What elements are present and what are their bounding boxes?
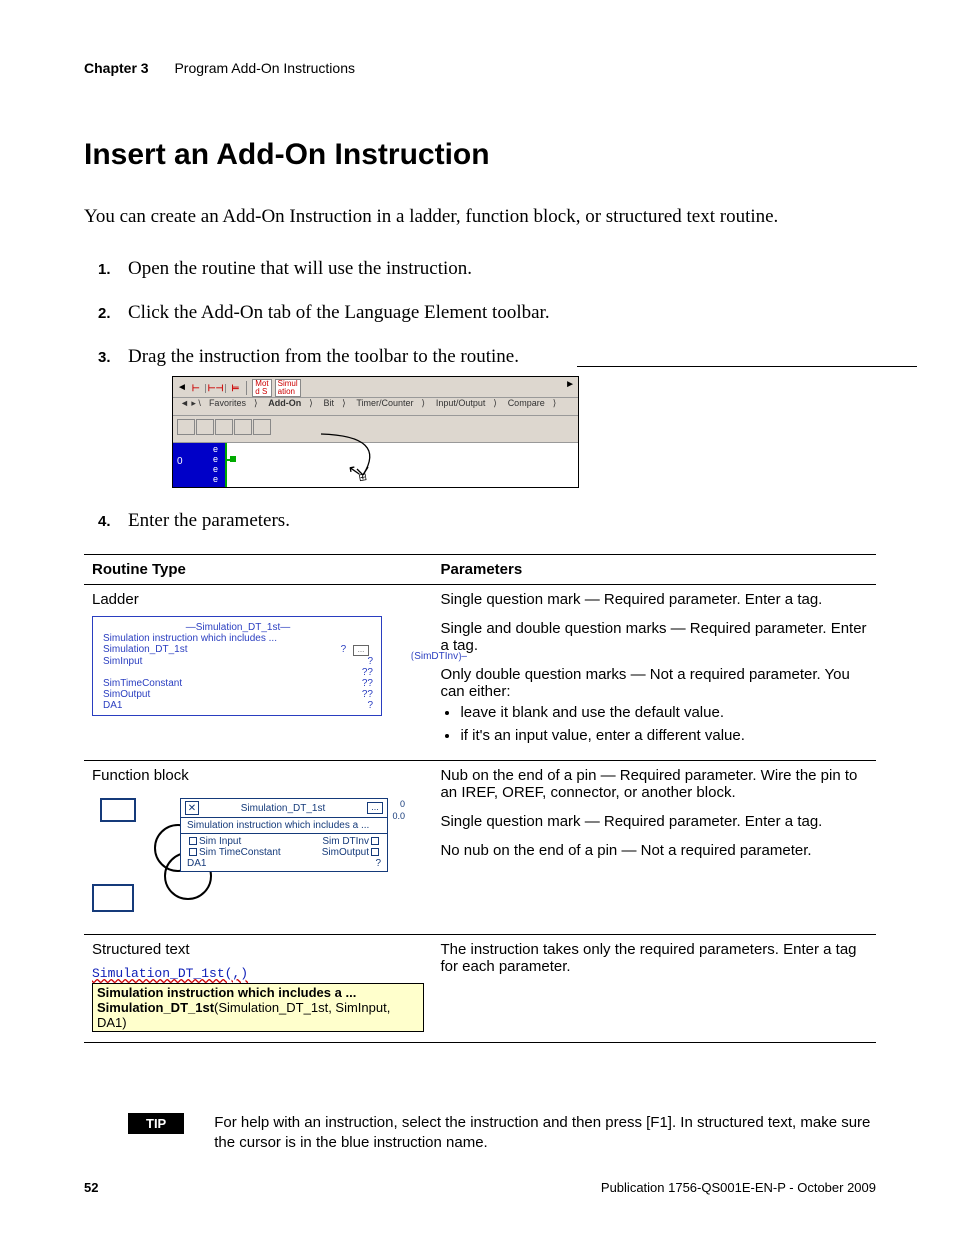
table-row-st: Structured text Simulation_DT_1st(,) Sim…: [84, 935, 876, 1043]
routine-fb-label: Function block: [92, 767, 189, 784]
ladder-bullet-2: if it's an input value, enter a differen…: [460, 727, 868, 744]
toolbar-icon-mot: Motd S: [252, 379, 271, 397]
th-routine-type: Routine Type: [84, 555, 432, 585]
chapter-label: Chapter 3: [84, 60, 149, 76]
st-figure: Simulation_DT_1st(,) Simulation instruct…: [92, 966, 424, 1032]
cursor-icon: ↖⊞: [347, 461, 371, 481]
fb-param-3: No nub on the end of a pin — Not a requi…: [440, 842, 868, 859]
st-param-1: The instruction takes only the required …: [440, 941, 868, 975]
page-title: Insert an Add-On Instruction: [84, 138, 876, 172]
ladder-canvas: 0 eeee ↖⊞: [173, 442, 578, 487]
ladder-figure: —Simulation_DT_1st— Simulation instructi…: [92, 616, 382, 716]
parameters-table: Routine Type Parameters Ladder —Simulati…: [84, 554, 876, 1043]
ladder-param-2: Single and double question marks — Requi…: [440, 620, 868, 654]
table-row-ladder: Ladder —Simulation_DT_1st— Simulation in…: [84, 585, 876, 761]
fb-param-2: Single question mark — Required paramete…: [440, 813, 868, 830]
publication-id: Publication 1756-QS001E-EN-P - October 2…: [601, 1180, 876, 1195]
page-number: 52: [84, 1180, 98, 1195]
rung-block: 0 eeee: [173, 443, 227, 487]
toolbar-icon-simul: Simulation: [275, 379, 301, 397]
ladder-param-3: Only double question marks — Not a requi…: [440, 666, 868, 700]
routine-ladder-label: Ladder: [92, 591, 139, 608]
running-header: Chapter 3 Program Add-On Instructions: [84, 60, 876, 76]
fb-param-1: Nub on the end of a pin — Required param…: [440, 767, 868, 801]
st-code: Simulation_DT_1st(,): [92, 966, 424, 981]
st-tooltip: Simulation instruction which includes a …: [92, 983, 424, 1032]
step-2: 2.Click the Add-On tab of the Language E…: [98, 302, 876, 324]
toolbar-screenshot: ◄ ⊢ ⊢⊣ ⊨ Motd S Simulation ► ◄ ▸ \Favori…: [172, 376, 579, 488]
ladder-param-1: Single question mark — Required paramete…: [440, 591, 868, 608]
toolbar-tabs: ◄ ▸ \Favorites⟩ Add-On⟩ Bit⟩ Timer/Count…: [173, 397, 578, 415]
step-4: 4.Enter the parameters.: [98, 510, 876, 532]
intro-text: You can create an Add-On Instruction in …: [84, 206, 876, 228]
tip-badge: TIP: [128, 1113, 184, 1134]
tip-text: For help with an instruction, select the…: [214, 1113, 876, 1154]
chapter-title: Program Add-On Instructions: [174, 60, 355, 76]
ladder-bullet-1: leave it blank and use the default value…: [460, 704, 868, 721]
step-3: 3.Drag the instruction from the toolbar …: [98, 346, 876, 488]
th-parameters: Parameters: [432, 555, 876, 585]
tab-addon: Add-On: [264, 398, 305, 408]
step-1: 1.Open the routine that will use the ins…: [98, 258, 876, 280]
page-footer: 52 Publication 1756-QS001E-EN-P - Octobe…: [84, 1180, 876, 1195]
fb-figure: ✕Simulation_DT_1st... Simulation instruc…: [92, 794, 412, 924]
table-row-fb: Function block ✕Simulation_DT_1st... Sim…: [84, 761, 876, 935]
routine-st-label: Structured text: [92, 941, 190, 958]
tip-block: TIP For help with an instruction, select…: [128, 1113, 876, 1154]
